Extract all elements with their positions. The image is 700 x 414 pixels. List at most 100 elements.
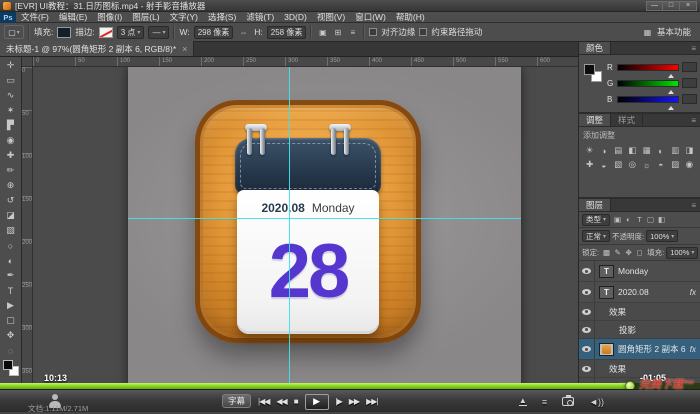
layer-row-text-1[interactable]: T2020.08fx: [579, 282, 700, 303]
document-tab[interactable]: 未标题-1 @ 97%(圆角矩形 2 副本 6, RGB/8)* ×: [0, 41, 194, 56]
stroke-swatch[interactable]: [99, 27, 113, 38]
player-stop-button[interactable]: ■: [294, 397, 298, 406]
foreground-color-swatch[interactable]: [3, 360, 13, 370]
lock-icon-2[interactable]: ✥: [623, 248, 634, 257]
adjustment-icon-1[interactable]: ◑: [597, 144, 610, 157]
menu-item-5[interactable]: 选择(S): [203, 12, 241, 23]
adjustment-icon-6[interactable]: ▥: [669, 144, 682, 157]
fill-swatch[interactable]: [57, 27, 71, 38]
link-dimensions-icon[interactable]: ⇔: [237, 26, 250, 39]
fx-badge-icon[interactable]: fx: [690, 345, 700, 354]
menu-item-0[interactable]: 文件(F): [16, 12, 54, 23]
panel-menu-icon[interactable]: ≡: [691, 42, 700, 54]
brush-tool[interactable]: ✏: [2, 163, 20, 178]
visibility-toggle[interactable]: [579, 360, 595, 377]
vertical-guide[interactable]: [289, 67, 290, 412]
fx-badge-icon[interactable]: fx: [690, 288, 700, 297]
minimize-button[interactable]: —: [646, 1, 663, 11]
lasso-tool[interactable]: ∿: [2, 88, 20, 103]
crop-tool[interactable]: ▛: [2, 118, 20, 133]
tab-color[interactable]: 颜色: [579, 42, 611, 54]
foreground-background-swatches[interactable]: [584, 64, 602, 82]
adjustment-icon-9[interactable]: ◒: [597, 158, 610, 171]
layer-row-fx-3[interactable]: 投影: [579, 321, 700, 339]
layer-filter-icon-3[interactable]: ▢: [645, 215, 656, 224]
adjustment-icon-3[interactable]: ◧: [626, 144, 639, 157]
layer-row-text-0[interactable]: TMonday: [579, 261, 700, 282]
type-tool[interactable]: T: [2, 283, 20, 298]
menu-item-1[interactable]: 编辑(E): [54, 12, 92, 23]
quick-selection-tool[interactable]: ✶: [2, 103, 20, 118]
dodge-tool[interactable]: ◐: [2, 253, 20, 268]
tab-layers[interactable]: 图层: [579, 199, 611, 211]
visibility-toggle[interactable]: [579, 339, 595, 359]
open-button[interactable]: ▲: [519, 397, 527, 406]
path-op-icon-0[interactable]: ▣: [316, 26, 329, 39]
zoom-tool[interactable]: ◌: [2, 343, 20, 358]
lock-icon-1[interactable]: ✎: [612, 248, 623, 257]
tab-styles[interactable]: 样式: [611, 114, 643, 126]
menu-item-3[interactable]: 图层(L): [127, 12, 164, 23]
menu-item-6[interactable]: 滤镜(T): [241, 12, 279, 23]
menu-item-8[interactable]: 视图(V): [312, 12, 350, 23]
visibility-toggle[interactable]: [579, 321, 595, 338]
player-rewind-button[interactable]: ◀◀: [276, 397, 286, 406]
path-op-icon-2[interactable]: ≡: [346, 26, 359, 39]
layer-filter-icon-4[interactable]: ◧: [656, 215, 667, 224]
gradient-tool[interactable]: ▧: [2, 223, 20, 238]
lock-icon-0[interactable]: ▩: [601, 248, 612, 257]
clone-stamp-tool[interactable]: ⊕: [2, 178, 20, 193]
layer-filter-icon-1[interactable]: ◐: [623, 215, 634, 224]
menu-item-7[interactable]: 3D(D): [279, 12, 312, 23]
menu-item-9[interactable]: 窗口(W): [350, 12, 391, 23]
align-edges-checkbox[interactable]: [369, 28, 377, 36]
pen-tool[interactable]: ✒: [2, 268, 20, 283]
green-slider[interactable]: [617, 80, 679, 87]
close-button[interactable]: ×: [680, 1, 697, 11]
menu-item-4[interactable]: 文字(Y): [165, 12, 203, 23]
height-field[interactable]: 258 像素: [267, 26, 307, 39]
adjustment-icon-15[interactable]: ◉: [683, 158, 696, 171]
foreground-swatch[interactable]: [584, 64, 595, 75]
panel-menu-icon[interactable]: ≡: [691, 199, 700, 211]
close-tab-icon[interactable]: ×: [182, 44, 187, 54]
layer-filter-icon-0[interactable]: ▣: [612, 215, 623, 224]
playlist-button[interactable]: ≡: [542, 397, 547, 407]
layer-filter-select[interactable]: 类型▾: [582, 214, 610, 226]
subtitle-button[interactable]: 字幕: [222, 394, 251, 408]
adjustment-icon-14[interactable]: ▨: [669, 158, 682, 171]
tool-color-swatches[interactable]: [3, 360, 19, 376]
visibility-toggle[interactable]: [579, 261, 595, 281]
player-forward-button[interactable]: ▶▶: [349, 397, 359, 406]
lock-icon-3[interactable]: ◻: [634, 248, 645, 257]
red-value-field[interactable]: [682, 62, 697, 72]
blue-value-field[interactable]: [682, 94, 697, 104]
player-step-button[interactable]: |▶: [336, 397, 342, 406]
visibility-toggle[interactable]: [579, 303, 595, 320]
player-next-button[interactable]: ▶▶|: [366, 397, 377, 406]
adjustment-icon-2[interactable]: ▤: [612, 144, 625, 157]
snapshot-button[interactable]: [562, 397, 574, 406]
adjustment-icon-11[interactable]: ◎: [626, 158, 639, 171]
history-brush-tool[interactable]: ↺: [2, 193, 20, 208]
hand-tool[interactable]: ✥: [2, 328, 20, 343]
workspace-switcher[interactable]: ▦基本功能: [636, 26, 696, 39]
horizontal-guide[interactable]: [128, 218, 521, 219]
eraser-tool[interactable]: ◪: [2, 208, 20, 223]
move-tool[interactable]: ✛: [2, 58, 20, 73]
adjustment-icon-12[interactable]: ☼: [640, 158, 653, 171]
player-previous-button[interactable]: |◀◀: [258, 397, 269, 406]
layer-filter-icon-2[interactable]: T: [634, 215, 645, 224]
document-area[interactable]: 2020.08Monday 28: [128, 67, 521, 412]
maximize-button[interactable]: □: [663, 1, 680, 11]
adjustment-icon-0[interactable]: ☀: [583, 144, 596, 157]
blend-mode-select[interactable]: 正常▾: [582, 230, 610, 242]
tool-preset-button[interactable]: ▢▾: [4, 25, 24, 39]
shape-tool[interactable]: ▢: [2, 313, 20, 328]
constrain-path-checkbox[interactable]: [419, 28, 427, 36]
width-field[interactable]: 298 像素: [194, 26, 234, 39]
layer-row-shape-4[interactable]: 圆角矩形 2 副本 6fx: [579, 339, 700, 360]
healing-brush-tool[interactable]: ✚: [2, 148, 20, 163]
stroke-type-select[interactable]: —▾: [148, 26, 169, 39]
tab-adjustments[interactable]: 调整: [579, 114, 611, 126]
